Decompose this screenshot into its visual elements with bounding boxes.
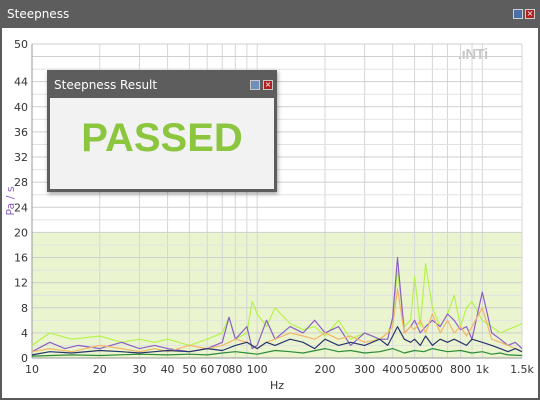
x-tick-label: 30 (132, 363, 146, 376)
y-tick-label: 40 (14, 101, 28, 114)
x-tick-label: 60 (200, 363, 214, 376)
x-tick-label: 80 (228, 363, 242, 376)
dock-icon[interactable] (513, 9, 523, 19)
close-icon[interactable]: × (263, 80, 273, 90)
x-tick-label: 40 (161, 363, 175, 376)
x-tick-label: 600 (422, 363, 443, 376)
x-tick-label: 100 (247, 363, 268, 376)
y-axis-label: Pa / s (4, 186, 17, 216)
y-tick-label: 50 (14, 38, 28, 51)
x-tick-label: 800 (450, 363, 471, 376)
x-tick-label: 20 (93, 363, 107, 376)
y-tick-label: 12 (14, 277, 28, 290)
x-tick-label: 1.5k (510, 363, 534, 376)
x-tick-label: 400 (382, 363, 403, 376)
x-axis-label: Hz (270, 379, 284, 392)
y-tick-label: 44 (14, 76, 28, 89)
nti-logo: .ıNTi (458, 46, 488, 63)
window-titlebar[interactable]: Steepness × (0, 0, 540, 28)
x-tick-label: 200 (314, 363, 335, 376)
y-tick-label: 4 (21, 327, 28, 340)
y-tick-label: 20 (14, 226, 28, 239)
dialog-title: Steepness Result (54, 78, 158, 92)
steepness-result-dialog: Steepness Result × PASSED (47, 70, 277, 192)
x-tick-label: 1k (476, 363, 490, 376)
steepness-window: Steepness × 0 4 8 12 16 20 24 28 32 36 40 44 50 10 20 3… (0, 0, 540, 400)
minimize-icon[interactable] (250, 80, 260, 90)
y-tick-label: 16 (14, 252, 28, 265)
x-tick-label: 50 (182, 363, 196, 376)
result-text: PASSED (81, 116, 243, 160)
x-tick-label: 10 (25, 363, 39, 376)
close-icon[interactable]: × (525, 9, 535, 19)
y-tick-label: 8 (21, 302, 28, 315)
y-tick-label: 32 (14, 151, 28, 164)
y-tick-label: 36 (14, 126, 28, 139)
window-title: Steepness (7, 7, 70, 21)
x-tick-label: 300 (354, 363, 375, 376)
dialog-body: PASSED (50, 98, 274, 189)
x-tick-label: 70 (215, 363, 229, 376)
